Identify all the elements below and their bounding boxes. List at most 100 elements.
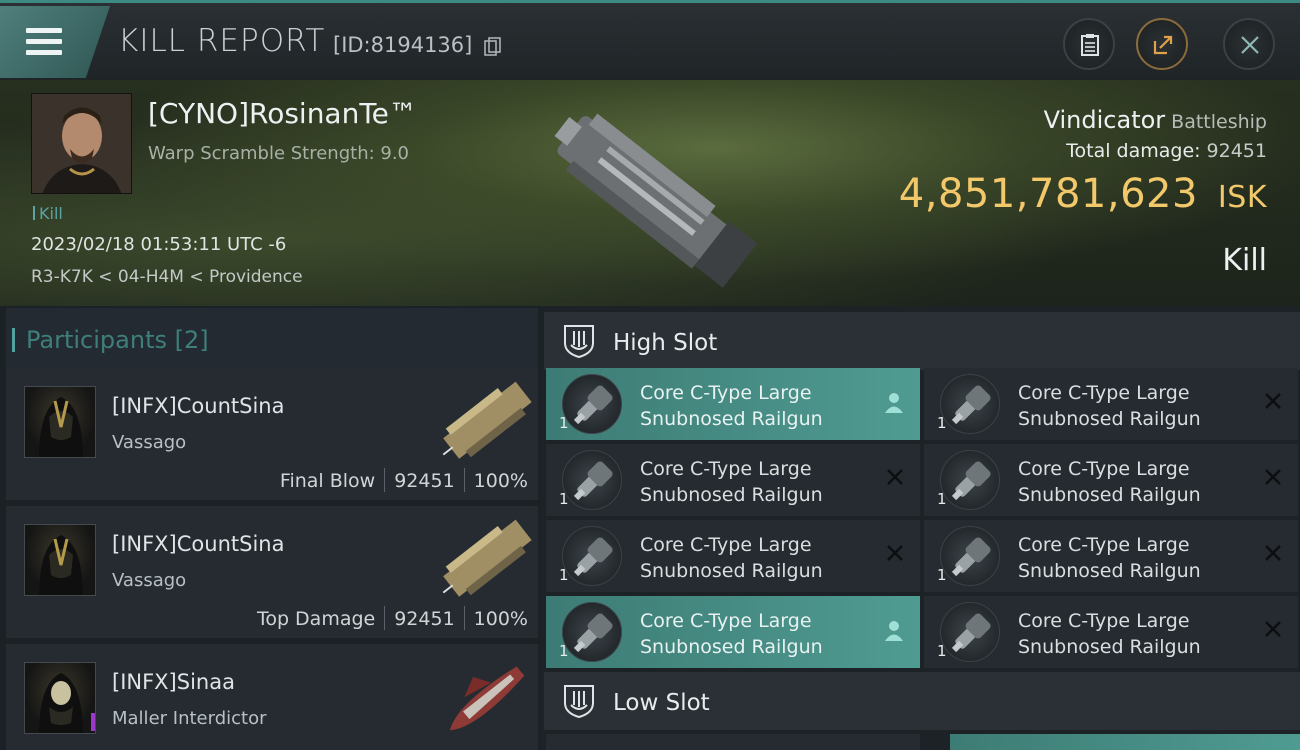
destroyed-x-icon — [887, 469, 903, 485]
module-name: Core C-Type Large Snubnosed Railgun — [640, 380, 880, 432]
participant-avatar — [24, 524, 96, 596]
railgun-icon — [562, 526, 622, 586]
participant-stats: Top Damage 92451 100% — [257, 606, 528, 630]
module-quantity: 1 — [559, 642, 569, 660]
ship-name-text: Vindicator — [1043, 106, 1166, 134]
participant-name: [INFX]CountSina — [112, 532, 285, 556]
participant-role: Final Blow — [279, 470, 376, 492]
page-title: KILL REPORT — [118, 23, 326, 59]
low-slot-label: Low Slot — [613, 690, 710, 716]
participant-card[interactable]: i [INFX]Sinaa Maller Interdictor — [6, 644, 538, 750]
module-name-line2: Snubnosed Railgun — [1018, 408, 1201, 430]
module-quantity: 1 — [559, 414, 569, 432]
participant-ship-image — [442, 519, 532, 597]
module-quantity: 1 — [559, 566, 569, 584]
module-slot[interactable]: 1 Core C-Type Large Snubnosed Railgun — [924, 444, 1298, 516]
module-quantity: 1 — [937, 414, 947, 432]
destroyed-x-icon — [1265, 469, 1281, 485]
victim-avatar[interactable] — [31, 93, 132, 194]
copy-icon[interactable] — [484, 37, 502, 57]
dropped-person-icon — [885, 393, 903, 413]
participant-percent: 100% — [473, 608, 528, 630]
module-slot[interactable]: 1 Core C-Type Large Snubnosed Railgun — [546, 444, 920, 516]
high-slot-icon — [564, 325, 594, 359]
total-damage-value: 92451 — [1206, 140, 1267, 162]
railgun-icon — [562, 374, 622, 434]
module-slot[interactable]: 1 Core C-Type Large Snubnosed Railgun — [924, 596, 1298, 668]
module-slot[interactable]: 1 Core C-Type Large Snubnosed Railgun — [924, 368, 1298, 440]
module-slot[interactable]: 1 Core C-Type Large Snubnosed Railgun — [546, 596, 920, 668]
total-damage: Total damage: 92451 — [1066, 140, 1267, 162]
warp-scramble-strength: Warp Scramble Strength: 9.0 — [148, 143, 410, 164]
participant-ship: Vassago — [112, 432, 187, 453]
participant-name: [INFX]Sinaa — [112, 670, 235, 694]
participant-percent: 100% — [473, 470, 528, 492]
railgun-icon — [562, 602, 622, 662]
high-slot-label: High Slot — [613, 330, 718, 356]
module-slot-partial[interactable] — [950, 734, 1300, 750]
destroyed-x-icon — [1265, 545, 1281, 561]
participant-ship: Maller Interdictor — [112, 708, 267, 729]
module-name-line1: Core C-Type Large — [1018, 458, 1190, 480]
isk-amount: 4,851,781,623 — [898, 171, 1198, 217]
participant-ship-image — [442, 381, 532, 459]
module-slot[interactable]: 1 Core C-Type Large Snubnosed Railgun — [546, 520, 920, 592]
close-button[interactable] — [1223, 18, 1275, 70]
participants-panel: Participants [2] [INFX]CountSina Vassago… — [0, 306, 540, 750]
kill-location[interactable]: R3-K7K < 04-H4M < Providence — [31, 267, 303, 287]
share-icon — [1153, 35, 1173, 55]
victim-summary: [CYNO]RosinanTe™ Warp Scramble Strength:… — [0, 80, 1300, 306]
participant-avatar — [24, 386, 96, 458]
module-name-line1: Core C-Type Large — [640, 610, 812, 632]
participant-badge: i — [91, 713, 95, 731]
participant-role: Top Damage — [256, 608, 376, 630]
participant-card[interactable]: [INFX]CountSina Vassago Final Blow 92451 1… — [6, 368, 538, 500]
module-name-line2: Snubnosed Railgun — [1018, 560, 1201, 582]
isk-unit: ISK — [1217, 180, 1267, 215]
participants-label: Participants [2] — [12, 326, 209, 354]
victim-ship-image — [554, 113, 758, 288]
module-name-line2: Snubnosed Railgun — [1018, 636, 1201, 658]
module-name: Core C-Type Large Snubnosed Railgun — [1018, 456, 1258, 508]
participant-damage: 92451 — [394, 608, 455, 630]
destroyed-x-icon — [1265, 621, 1281, 637]
kill-result: Kill — [1222, 243, 1267, 278]
module-name: Core C-Type Large Snubnosed Railgun — [1018, 608, 1258, 660]
participant-ship-image — [449, 666, 525, 731]
module-name-line1: Core C-Type Large — [640, 382, 812, 404]
participant-card[interactable]: [INFX]CountSina Vassago Top Damage 92451 1… — [6, 506, 538, 638]
kill-datetime: 2023/02/18 01:53:11 UTC -6 — [31, 234, 287, 255]
railgun-icon — [940, 374, 1000, 434]
participant-damage: 92451 — [394, 470, 455, 492]
module-quantity: 1 — [937, 566, 947, 584]
victim-ship-name: Vindicator Battleship — [1044, 106, 1267, 134]
module-name-line1: Core C-Type Large — [1018, 534, 1190, 556]
clipboard-button[interactable] — [1063, 18, 1115, 70]
railgun-icon — [940, 602, 1000, 662]
module-quantity: 1 — [937, 642, 947, 660]
module-slot[interactable]: 1 Core C-Type Large Snubnosed Railgun — [546, 368, 920, 440]
ship-class-text: Battleship — [1171, 111, 1267, 133]
participant-ship: Vassago — [112, 570, 187, 591]
kill-tag: Kill — [33, 204, 63, 223]
participants-header[interactable]: Participants [2] — [6, 308, 538, 368]
module-slot-partial[interactable] — [546, 734, 920, 750]
module-name: Core C-Type Large Snubnosed Railgun — [1018, 532, 1258, 584]
menu-button[interactable] — [0, 6, 110, 78]
module-name-line1: Core C-Type Large — [640, 534, 812, 556]
total-damage-label: Total damage: — [1066, 140, 1201, 162]
victim-name: [CYNO]RosinanTe™ — [148, 97, 417, 130]
module-name: Core C-Type Large Snubnosed Railgun — [640, 608, 880, 660]
module-name: Core C-Type Large Snubnosed Railgun — [1018, 380, 1258, 432]
module-name-line1: Core C-Type Large — [640, 458, 812, 480]
share-button[interactable] — [1136, 18, 1188, 70]
clipboard-icon — [1081, 34, 1099, 56]
isk-value: 4,851,781,623 ISK — [899, 171, 1267, 217]
participant-stats: Final Blow 92451 100% — [280, 468, 528, 492]
participant-avatar: i — [24, 662, 96, 734]
module-slot[interactable]: 1 Core C-Type Large Snubnosed Railgun — [924, 520, 1298, 592]
high-slot-header: High Slot — [544, 312, 1300, 370]
railgun-icon — [940, 450, 1000, 510]
destroyed-x-icon — [1265, 393, 1281, 409]
low-slot-icon — [564, 685, 594, 719]
